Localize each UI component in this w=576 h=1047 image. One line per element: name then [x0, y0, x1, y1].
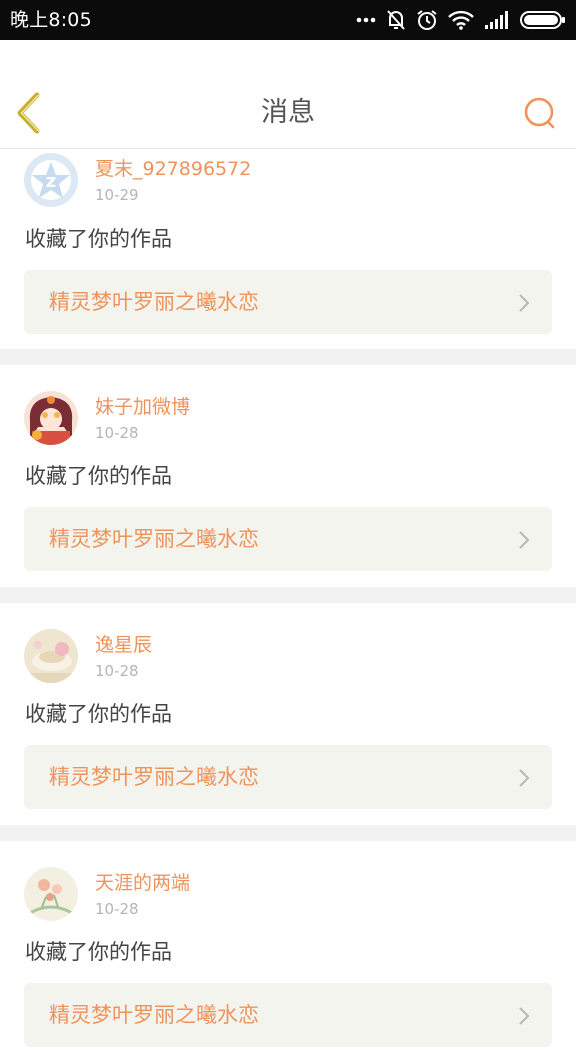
message-list: z 夏末_927896572 10-29 收藏了你的作品 精灵梦叶罗丽之曦水恋 … [0, 149, 576, 1047]
chevron-right-icon [518, 768, 530, 792]
app-header: 消息 [0, 40, 576, 149]
work-link[interactable]: 精灵梦叶罗丽之曦水恋 [24, 270, 552, 334]
username[interactable]: 逸星辰 [95, 633, 152, 657]
message-date: 10-28 [95, 424, 139, 442]
notifications-muted-icon [386, 9, 406, 31]
work-title: 精灵梦叶罗丽之曦水恋 [49, 1003, 259, 1027]
username[interactable]: 天涯的两端 [95, 871, 190, 895]
username[interactable]: 夏末_927896572 [95, 157, 251, 181]
message-date: 10-29 [95, 186, 139, 204]
svg-text:z: z [46, 171, 56, 192]
card-separator [0, 825, 576, 841]
avatar[interactable] [24, 391, 78, 445]
action-text: 收藏了你的作品 [25, 940, 172, 964]
signal-icon [484, 11, 510, 29]
work-link[interactable]: 精灵梦叶罗丽之曦水恋 [24, 983, 552, 1047]
message-card: 妹子加微博 10-28 收藏了你的作品 精灵梦叶罗丽之曦水恋 [0, 365, 576, 587]
message-card: 天涯的两端 10-28 收藏了你的作品 精灵梦叶罗丽之曦水恋 [0, 841, 576, 1047]
avatar[interactable]: z [24, 153, 78, 207]
chevron-right-icon [518, 530, 530, 554]
work-title: 精灵梦叶罗丽之曦水恋 [49, 527, 259, 551]
message-date: 10-28 [95, 662, 139, 680]
avatar[interactable] [24, 629, 78, 683]
message-date: 10-28 [95, 900, 139, 918]
work-title: 精灵梦叶罗丽之曦水恋 [49, 765, 259, 789]
alarm-icon [416, 9, 438, 31]
wifi-icon [448, 10, 474, 30]
message-card: z 夏末_927896572 10-29 收藏了你的作品 精灵梦叶罗丽之曦水恋 [0, 149, 576, 349]
battery-icon [520, 11, 566, 29]
chevron-right-icon [518, 293, 530, 317]
work-link[interactable]: 精灵梦叶罗丽之曦水恋 [24, 745, 552, 809]
status-time: 晚上8:05 [10, 9, 92, 31]
action-text: 收藏了你的作品 [25, 227, 172, 251]
username[interactable]: 妹子加微博 [95, 395, 190, 419]
card-separator [0, 349, 576, 365]
action-text: 收藏了你的作品 [25, 464, 172, 488]
chevron-right-icon [518, 1006, 530, 1030]
card-separator [0, 587, 576, 603]
search-icon [520, 97, 560, 138]
status-bar: 晚上8:05 [0, 0, 576, 40]
avatar[interactable] [24, 867, 78, 921]
search-button[interactable] [520, 94, 560, 134]
status-icons [356, 8, 566, 32]
action-text: 收藏了你的作品 [25, 702, 172, 726]
work-title: 精灵梦叶罗丽之曦水恋 [49, 290, 259, 314]
more-dots-icon [356, 16, 376, 24]
work-link[interactable]: 精灵梦叶罗丽之曦水恋 [24, 507, 552, 571]
message-card: 逸星辰 10-28 收藏了你的作品 精灵梦叶罗丽之曦水恋 [0, 603, 576, 825]
page-title: 消息 [261, 97, 315, 128]
